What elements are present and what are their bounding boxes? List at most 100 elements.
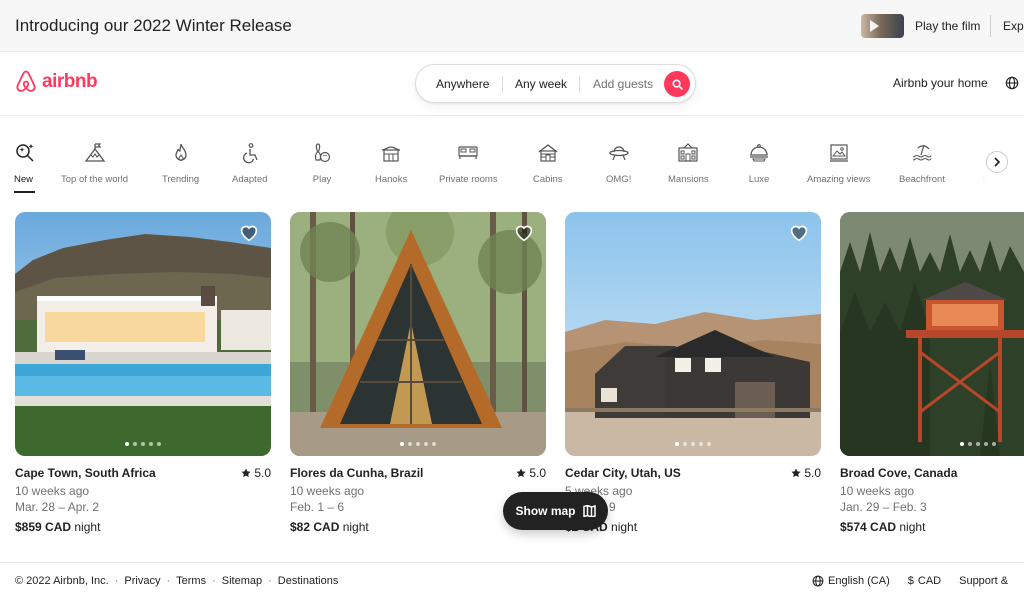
footer-link-privacy[interactable]: Privacy xyxy=(124,575,160,587)
footer-separator: · xyxy=(268,575,272,587)
accessible-icon xyxy=(239,142,261,164)
price-unit: night xyxy=(74,520,101,534)
category-mansions[interactable]: Mansions xyxy=(668,142,709,185)
explore-link[interactable]: Expl xyxy=(1003,19,1024,33)
search-any-week[interactable]: Any week xyxy=(515,77,567,91)
listing-dates: Mar. 28 – Apr. 2 xyxy=(15,500,100,514)
search-add-guests[interactable]: Add guests xyxy=(593,77,653,91)
categories-next-button[interactable] xyxy=(986,151,1008,173)
beach-icon xyxy=(911,142,933,164)
mansion-icon xyxy=(677,142,699,164)
airbnb-belo-icon xyxy=(16,70,36,92)
bed-icon xyxy=(457,142,479,164)
airbnb-your-home-link[interactable]: Airbnb your home xyxy=(893,76,988,90)
footer-link-sitemap[interactable]: Sitemap xyxy=(222,575,262,587)
photo-pagination xyxy=(960,442,996,446)
listing-added: 10 weeks ago xyxy=(840,484,915,498)
category-omg[interactable]: OMG! xyxy=(606,142,631,185)
footer-link-destinations[interactable]: Destinations xyxy=(278,575,339,587)
listing-rating: 5.0 xyxy=(241,466,271,480)
flame-icon xyxy=(170,142,192,164)
bowling-icon xyxy=(311,142,333,164)
search-button[interactable] xyxy=(664,71,690,97)
star-icon xyxy=(241,468,251,478)
search-divider xyxy=(579,76,580,93)
listing-location: Broad Cove, Canada xyxy=(840,466,958,480)
star-icon xyxy=(791,468,801,478)
save-heart-button[interactable] xyxy=(514,224,534,247)
category-label: Adapted xyxy=(232,174,268,185)
copyright-text: © 2022 Airbnb, Inc. xyxy=(15,575,109,587)
listing-image xyxy=(290,212,546,456)
category-label: Top of the world xyxy=(61,174,129,185)
cloche-icon xyxy=(748,142,770,164)
listing-price: $859 CAD night xyxy=(15,520,271,534)
search-anywhere[interactable]: Anywhere xyxy=(436,77,489,91)
heart-icon xyxy=(790,225,808,242)
category-play[interactable]: Play xyxy=(311,142,333,185)
sparkle-search-icon xyxy=(14,142,36,164)
save-heart-button[interactable] xyxy=(239,224,259,247)
heart-icon xyxy=(240,225,258,242)
show-map-button[interactable]: Show map xyxy=(503,492,608,530)
hanok-icon xyxy=(380,142,402,164)
listing-location: Flores da Cunha, Brazil xyxy=(290,466,424,480)
footer-link-terms[interactable]: Terms xyxy=(176,575,206,587)
ufo-house-icon xyxy=(608,142,630,164)
listing-image xyxy=(840,212,1024,456)
listing-dates: Jan. 29 – Feb. 3 xyxy=(840,500,927,514)
listing-added: 10 weeks ago xyxy=(290,484,365,498)
currency-label: CAD xyxy=(917,575,942,587)
category-label: Private rooms xyxy=(439,174,498,185)
listing-location: Cedar City, Utah, US xyxy=(565,466,681,480)
listing-photo[interactable] xyxy=(565,212,821,456)
currency-selector[interactable]: $ CAD xyxy=(908,575,941,587)
save-heart-button[interactable] xyxy=(789,224,809,247)
category-trending[interactable]: Trending xyxy=(162,142,199,185)
price-unit: night xyxy=(611,520,638,534)
heart-icon xyxy=(515,225,533,242)
category-label: OMG! xyxy=(606,174,632,185)
banner-divider xyxy=(990,15,991,37)
listing-rating: 5.0 xyxy=(791,466,821,480)
category-luxe[interactable]: Luxe xyxy=(748,142,770,185)
category-fade xyxy=(960,116,990,198)
category-beachfront[interactable]: Beachfront xyxy=(899,142,945,185)
price-value: $82 CAD xyxy=(290,520,340,534)
footer-links: © 2022 Airbnb, Inc. · Privacy · Terms · … xyxy=(15,575,338,587)
chevron-right-icon xyxy=(994,157,1001,167)
language-label: English (CA) xyxy=(828,575,890,587)
play-film-link[interactable]: Play the film xyxy=(915,19,980,33)
film-thumbnail[interactable] xyxy=(861,14,904,38)
category-new[interactable]: New xyxy=(14,142,36,185)
category-label: Beachfront xyxy=(899,174,945,185)
category-label: Hanoks xyxy=(375,174,408,185)
rating-value: 5.0 xyxy=(529,466,546,480)
listing-photo[interactable] xyxy=(15,212,271,456)
search-bar[interactable]: Anywhere Any week Add guests xyxy=(415,64,696,103)
language-button[interactable] xyxy=(1005,76,1019,95)
listing-photo[interactable] xyxy=(840,212,1024,456)
listing-photo[interactable] xyxy=(290,212,546,456)
site-footer: © 2022 Airbnb, Inc. · Privacy · Terms · … xyxy=(0,562,1024,600)
category-amazing-views[interactable]: Amazing views xyxy=(807,142,870,185)
site-header: airbnb Anywhere Any week Add guests Airb… xyxy=(0,52,1024,116)
support-link[interactable]: Support & xyxy=(959,575,1008,587)
airbnb-logo[interactable]: airbnb xyxy=(14,69,98,95)
language-selector[interactable]: English (CA) xyxy=(812,575,890,587)
category-top-of-the-world[interactable]: Top of the world xyxy=(61,142,128,185)
footer-separator: · xyxy=(212,575,216,587)
category-private-rooms[interactable]: Private rooms xyxy=(439,142,498,185)
search-divider xyxy=(502,76,503,93)
framed-view-icon xyxy=(828,142,850,164)
rating-value: 5.0 xyxy=(804,466,821,480)
active-category-underline xyxy=(14,191,35,193)
listing-price: $574 CAD night xyxy=(840,520,1024,534)
category-label: Luxe xyxy=(748,174,770,185)
category-cabins[interactable]: Cabins xyxy=(533,142,563,185)
category-label: Play xyxy=(312,174,332,185)
category-adapted[interactable]: Adapted xyxy=(232,142,267,185)
category-hanoks[interactable]: Hanoks xyxy=(375,142,407,185)
footer-separator: · xyxy=(114,575,119,587)
listing-info: Cape Town, South Africa 5.0 10 weeks ago… xyxy=(15,466,271,534)
